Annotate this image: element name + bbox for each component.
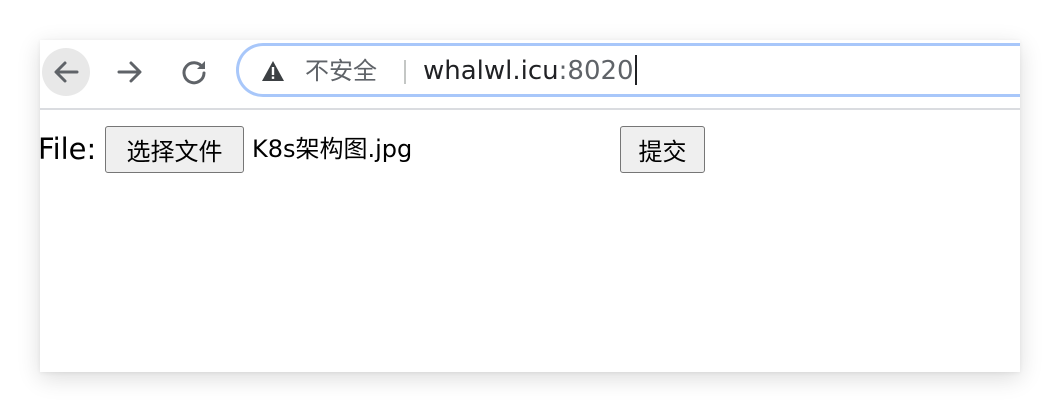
address-bar[interactable]: 不安全 whalwl.icu:8020 [236, 43, 1020, 97]
page-content: File: 选择文件 K8s架构图.jpg 提交 [40, 110, 1020, 372]
reload-button[interactable] [170, 48, 218, 96]
arrow-right-icon [117, 61, 142, 83]
choose-file-button[interactable]: 选择文件 [105, 126, 244, 173]
security-status-label[interactable]: 不安全 [305, 55, 377, 87]
url-text[interactable]: whalwl.icu:8020 [423, 55, 637, 87]
url-port: :8020 [558, 56, 634, 86]
url-host: whalwl.icu [423, 56, 559, 86]
address-bar-divider [404, 60, 406, 84]
file-label: File: [40, 132, 97, 166]
forward-button[interactable] [106, 48, 154, 96]
text-caret [634, 55, 637, 85]
warning-triangle-icon[interactable] [261, 60, 285, 82]
selected-file-name: K8s架构图.jpg [252, 135, 413, 163]
arrow-left-icon [54, 61, 79, 83]
submit-button[interactable]: 提交 [620, 126, 705, 173]
reload-icon [182, 61, 206, 85]
back-button[interactable] [42, 48, 90, 96]
browser-toolbar: 不安全 whalwl.icu:8020 [40, 40, 1020, 110]
browser-window: 不安全 whalwl.icu:8020 File: 选择文件 K8s架构图.jp… [40, 40, 1020, 372]
